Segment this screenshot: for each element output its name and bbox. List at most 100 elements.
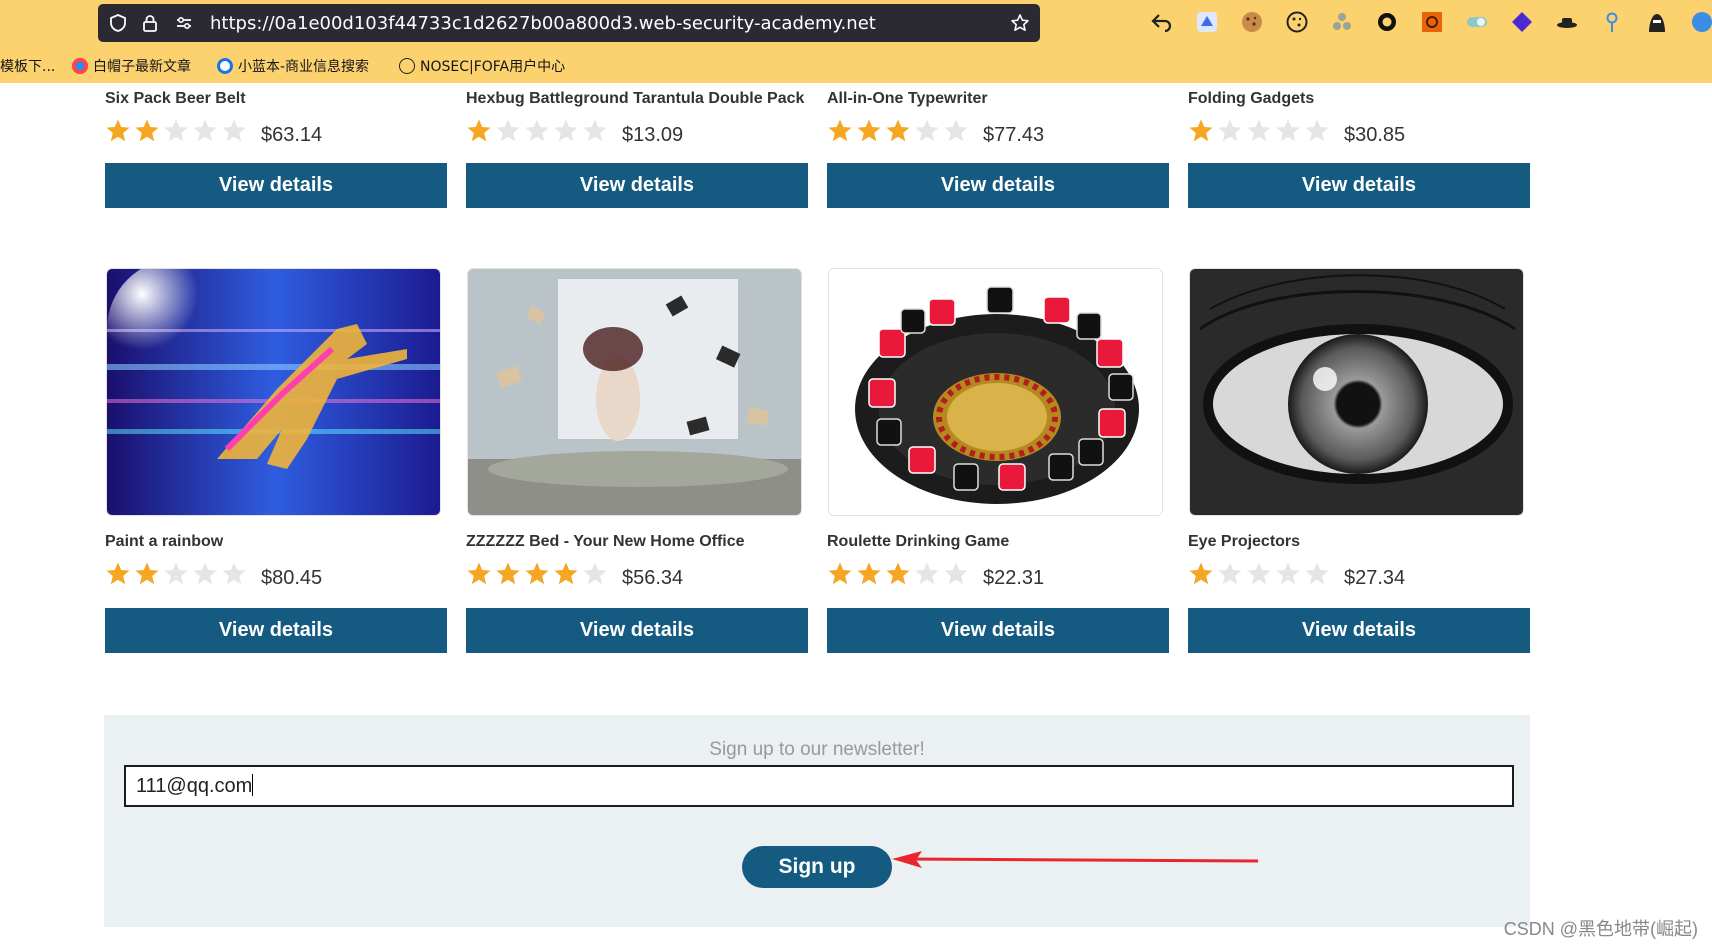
star-filled-icon	[857, 119, 881, 142]
star-empty-icon	[915, 562, 939, 585]
product-price: $27.34	[1344, 567, 1406, 589]
star-empty-icon	[944, 562, 968, 585]
product-price: $77.43	[983, 124, 1045, 146]
view-details-button[interactable]: View details	[466, 608, 808, 653]
star-filled-icon	[828, 562, 852, 585]
star-empty-icon	[193, 562, 217, 585]
sign-up-button[interactable]: Sign up	[742, 846, 892, 888]
back-arrow-icon[interactable]	[1150, 10, 1174, 34]
star-filled-icon	[886, 562, 910, 585]
cookie-editor-icon[interactable]	[1285, 10, 1309, 34]
lock-icon[interactable]	[140, 13, 160, 33]
globe-icon	[399, 58, 415, 74]
product-image-roulette[interactable]	[828, 268, 1163, 516]
extension-bird-icon[interactable]	[1195, 10, 1219, 34]
star-filled-icon	[135, 562, 159, 585]
star-empty-icon	[193, 119, 217, 142]
star-empty-icon	[1247, 562, 1271, 585]
watermark: CSDN @黑色地带(崛起)	[1503, 919, 1698, 939]
star-filled-icon	[467, 119, 491, 142]
email-input[interactable]: 111@qq.com	[124, 765, 1514, 807]
star-filled-icon	[467, 562, 491, 585]
product-price: $22.31	[983, 567, 1045, 589]
star-empty-icon	[944, 119, 968, 142]
star-filled-icon	[106, 562, 130, 585]
view-details-button[interactable]: View details	[1188, 163, 1530, 208]
product-price: $56.34	[622, 567, 684, 589]
diamond-icon[interactable]	[1510, 10, 1534, 34]
product-price: $30.85	[1344, 124, 1406, 146]
email-value: 111@qq.com	[136, 775, 253, 797]
url-text[interactable]: https://0a1e00d103f44733c1d2627b00a800d3…	[210, 13, 876, 34]
view-details-button[interactable]: View details	[466, 163, 808, 208]
shield-icon[interactable]	[108, 13, 128, 33]
star-empty-icon	[1218, 562, 1242, 585]
star-empty-icon	[554, 119, 578, 142]
product-name: Hexbug Battleground Tarantula Double Pac…	[466, 90, 805, 107]
toggle-icon[interactable]	[1465, 10, 1489, 34]
star-empty-icon	[1276, 119, 1300, 142]
product-name: All-in-One Typewriter	[827, 90, 988, 107]
product-name: ZZZZZZ Bed - Your New Home Office	[466, 533, 745, 550]
burp-icon[interactable]	[1420, 10, 1444, 34]
product-name: Roulette Drinking Game	[827, 533, 1010, 550]
view-details-button[interactable]: View details	[827, 608, 1169, 653]
star-empty-icon	[164, 562, 188, 585]
product-price: $80.45	[261, 567, 323, 589]
bookmark-star-icon[interactable]	[1010, 13, 1030, 33]
star-empty-icon	[222, 119, 246, 142]
star-empty-icon	[1218, 119, 1242, 142]
star-empty-icon	[1276, 562, 1300, 585]
star-empty-icon	[583, 119, 607, 142]
star-empty-icon	[583, 562, 607, 585]
text-caret	[252, 774, 254, 796]
bookmark-item[interactable]: 白帽子最新文章	[72, 56, 191, 76]
star-filled-icon	[886, 119, 910, 142]
address-bar[interactable]: https://0a1e00d103f44733c1d2627b00a800d3…	[98, 4, 1040, 42]
view-details-button[interactable]: View details	[1188, 608, 1530, 653]
star-empty-icon	[1305, 562, 1329, 585]
view-details-button[interactable]: View details	[827, 163, 1169, 208]
star-empty-icon	[525, 119, 549, 142]
star-empty-icon	[1247, 119, 1271, 142]
star-filled-icon	[857, 562, 881, 585]
star-filled-icon	[496, 562, 520, 585]
bookmark-item[interactable]: 小蓝本-商业信息搜索	[217, 56, 369, 76]
product-name: Folding Gadgets	[1188, 90, 1315, 107]
star-empty-icon	[496, 119, 520, 142]
product-image-eye[interactable]	[1189, 268, 1524, 516]
profile-icon[interactable]	[1690, 10, 1712, 34]
product-price: $13.09	[622, 124, 684, 146]
ring-icon[interactable]	[1375, 10, 1399, 34]
cookie-icon[interactable]	[1240, 10, 1264, 34]
permissions-icon[interactable]	[174, 13, 194, 33]
star-filled-icon	[1189, 119, 1213, 142]
product-image-bed[interactable]	[467, 268, 802, 516]
star-filled-icon	[554, 562, 578, 585]
browser-toolbar: https://0a1e00d103f44733c1d2627b00a800d3…	[0, 0, 1712, 83]
newsletter-section: Sign up to our newsletter! 111@qq.com Si…	[104, 715, 1530, 927]
star-filled-icon	[135, 119, 159, 142]
view-details-button[interactable]: View details	[105, 163, 447, 208]
product-name: Eye Projectors	[1188, 533, 1301, 550]
bookmark-favicon-icon	[217, 58, 233, 74]
bookmark-item[interactable]: NOSEC|FOFA用户中心	[399, 56, 565, 76]
extension-puzzle-icon[interactable]	[1330, 10, 1354, 34]
star-empty-icon	[915, 119, 939, 142]
product-name: Six Pack Beer Belt	[105, 90, 246, 107]
product-image-rainbow[interactable]	[106, 268, 441, 516]
product-price: $63.14	[261, 124, 323, 146]
newsletter-title: Sign up to our newsletter!	[709, 739, 925, 760]
star-filled-icon	[828, 119, 852, 142]
view-details-button[interactable]: View details	[105, 608, 447, 653]
pin-icon[interactable]	[1600, 10, 1624, 34]
bookmark-item[interactable]: 模板下...	[0, 56, 55, 76]
hacker-icon[interactable]	[1645, 10, 1669, 34]
star-empty-icon	[1305, 119, 1329, 142]
hat-icon[interactable]	[1555, 10, 1579, 34]
star-empty-icon	[164, 119, 188, 142]
bookmark-favicon-icon	[72, 58, 88, 74]
star-filled-icon	[525, 562, 549, 585]
product-name: Paint a rainbow	[105, 533, 224, 550]
star-empty-icon	[222, 562, 246, 585]
